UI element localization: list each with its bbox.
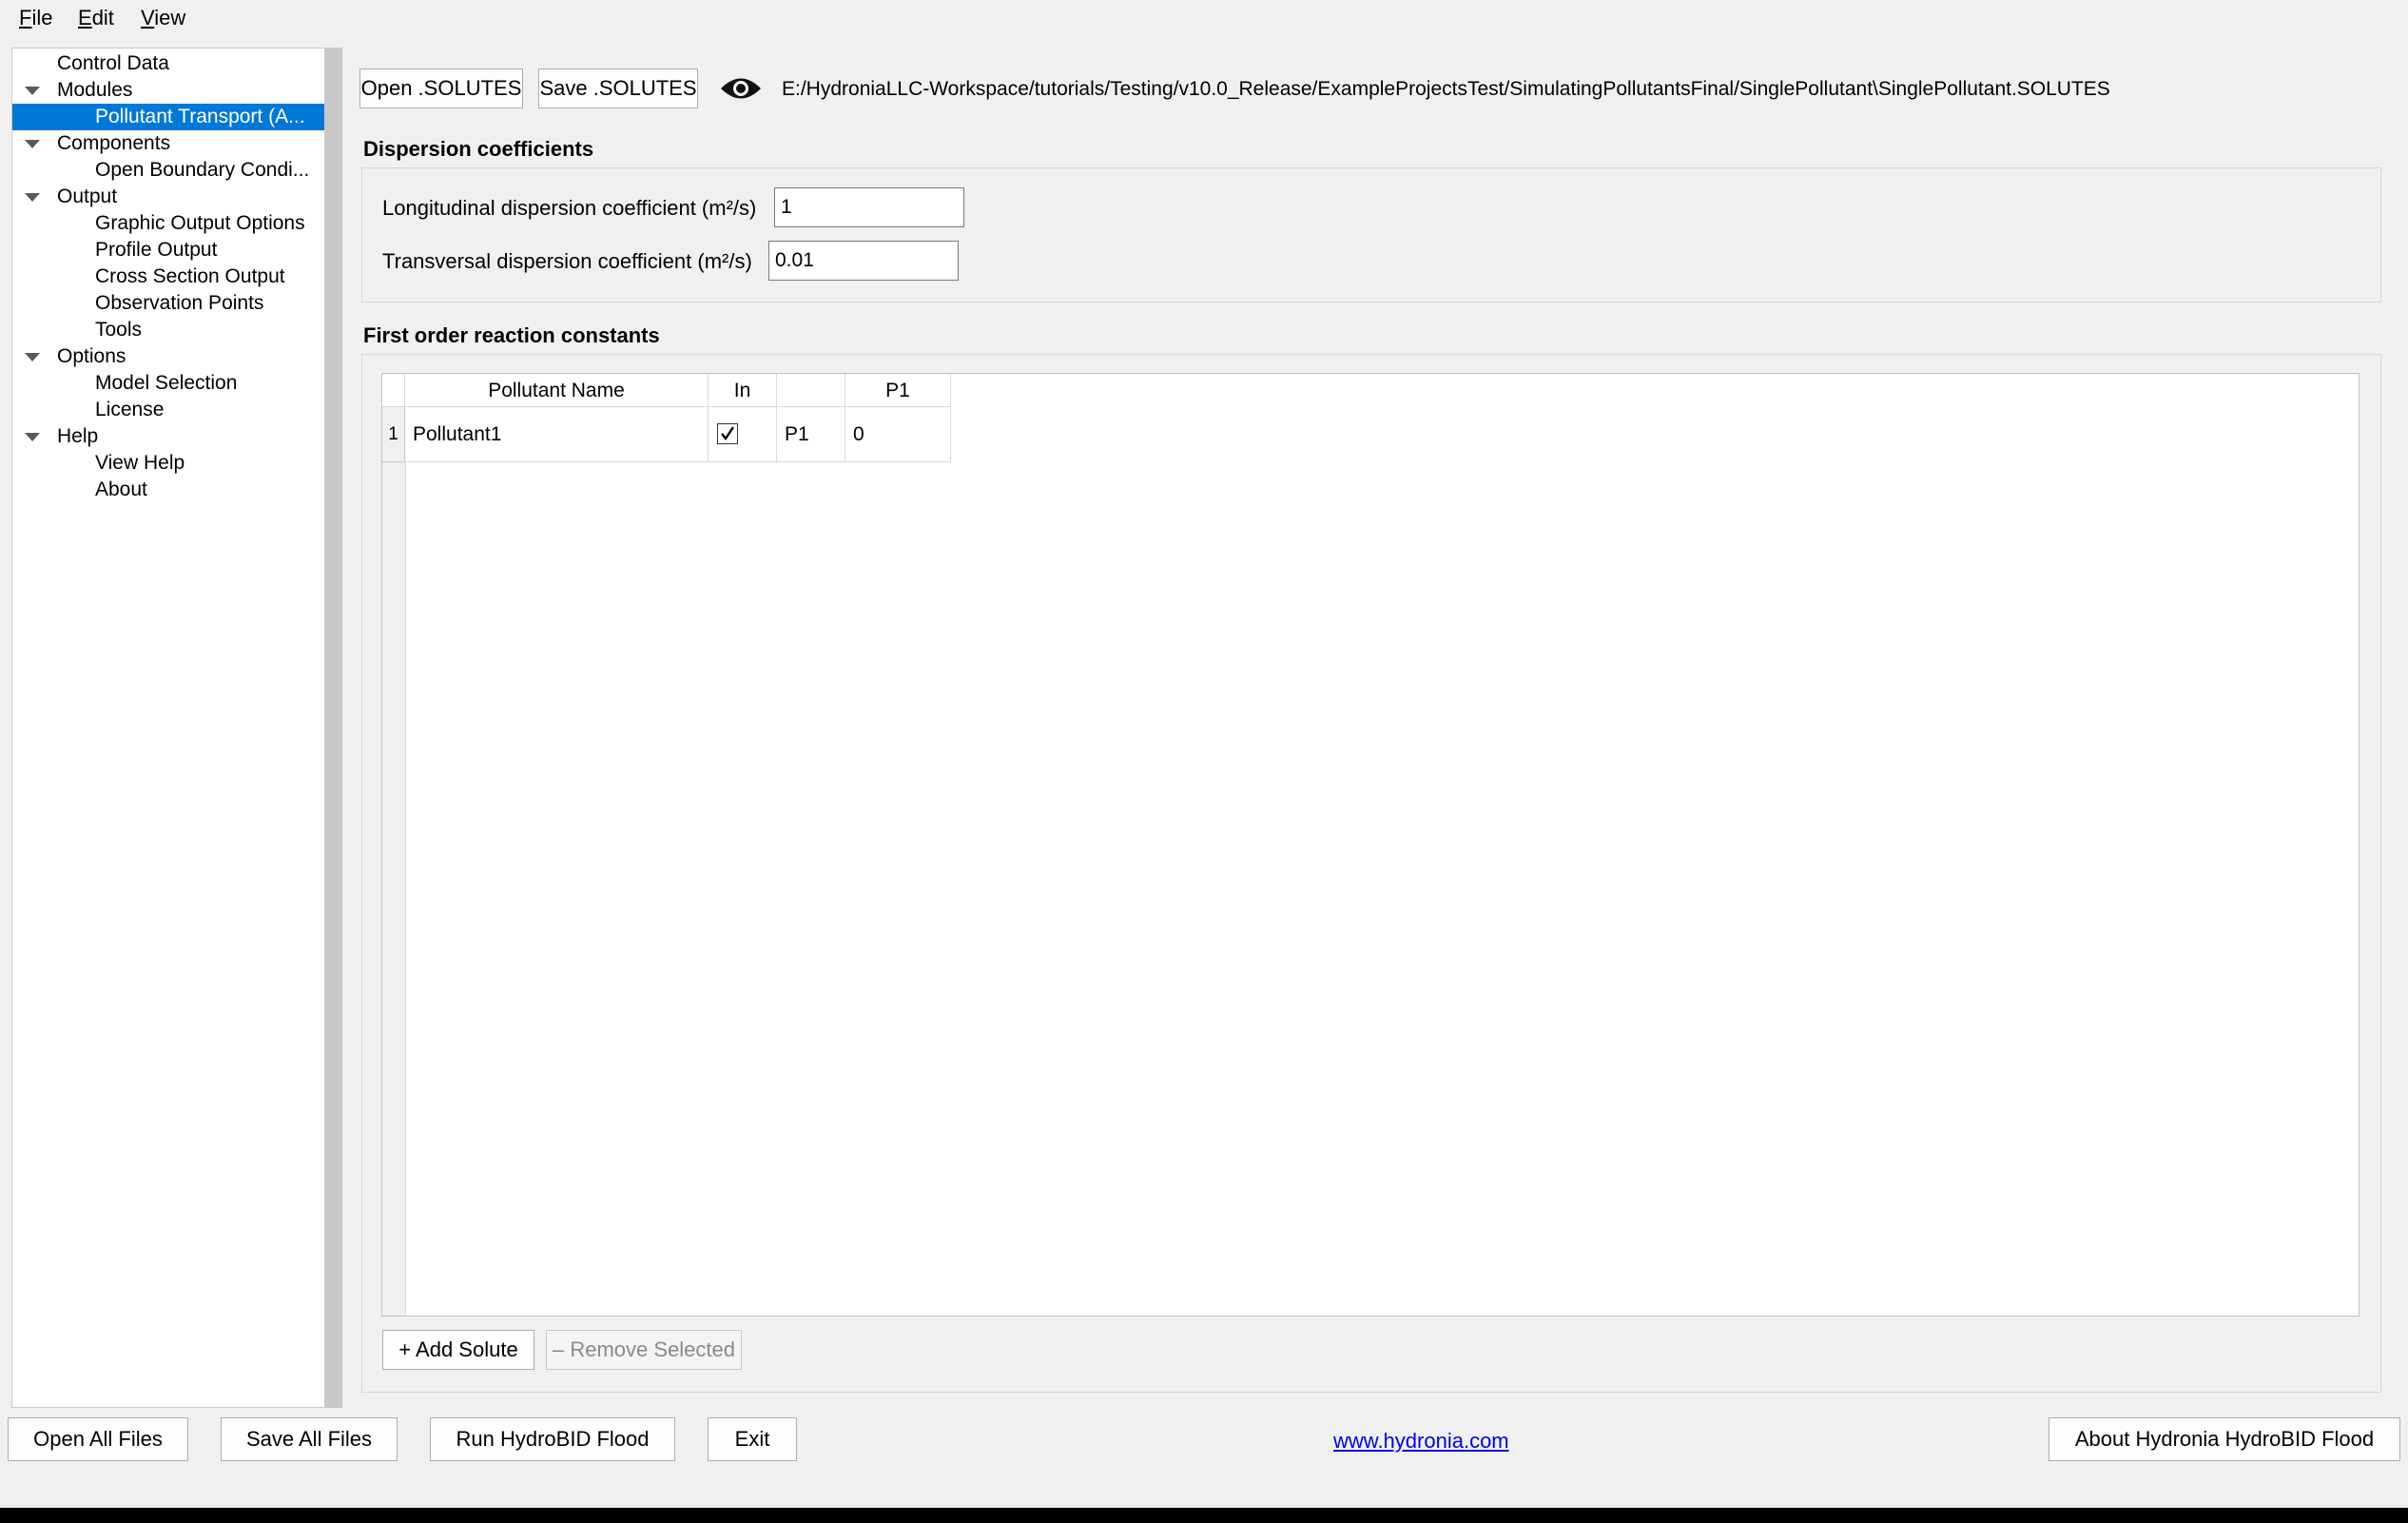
tree-item-label: Cross Section Output — [95, 265, 285, 287]
tree-item[interactable]: Model Selection — [12, 370, 324, 397]
open-solutes-button[interactable]: Open .SOLUTES — [359, 68, 523, 108]
tree-item-label: Help — [57, 425, 99, 447]
table-corner — [382, 374, 405, 407]
longitudinal-input[interactable] — [774, 187, 964, 227]
menu-file[interactable]: File — [17, 4, 54, 32]
tree-item[interactable]: Graphic Output Options — [12, 210, 324, 237]
in-checkbox[interactable] — [717, 423, 738, 444]
tree-item[interactable]: Output — [12, 184, 324, 210]
cell-in[interactable] — [709, 407, 777, 462]
tree-item[interactable]: Options — [12, 343, 324, 370]
tree-item-label: License — [95, 399, 165, 420]
column-header-tag[interactable] — [777, 374, 845, 407]
tree-item-label: About — [95, 478, 147, 500]
menu-view[interactable]: View — [139, 4, 187, 32]
save-all-files-button[interactable]: Save All Files — [221, 1417, 398, 1461]
tree-item[interactable]: Profile Output — [12, 237, 324, 264]
tree-item-label: Components — [57, 132, 171, 154]
hydronia-website-link[interactable]: www.hydronia.com — [1333, 1429, 1509, 1454]
column-header-p1[interactable]: P1 — [845, 374, 951, 407]
column-header-in[interactable]: In — [709, 374, 777, 407]
tree-item[interactable]: Open Boundary Condi... — [12, 157, 324, 184]
tree-item-label: Control Data — [57, 52, 169, 74]
cell-p1[interactable]: 0 — [845, 407, 951, 462]
navigation-tree[interactable]: Control Data Modules Pollutant Transport (… — [11, 48, 325, 1408]
file-path: E:/HydroniaLLC-Workspace/tutorials/Testi… — [782, 78, 2110, 100]
about-hydronia-button[interactable]: About Hydronia HydroBID Flood — [2049, 1417, 2400, 1461]
panel-splitter[interactable] — [325, 48, 342, 1408]
transversal-label: Transversal dispersion coefficient (m²/s… — [382, 249, 752, 273]
expand-arrow-icon[interactable] — [25, 353, 40, 361]
save-solutes-button[interactable]: Save .SOLUTES — [538, 68, 698, 108]
dispersion-section-title: Dispersion coefficients — [363, 137, 594, 161]
expand-arrow-icon[interactable] — [25, 433, 40, 441]
tree-item-label: Observation Points — [95, 292, 264, 314]
reactions-section-title: First order reaction constants — [363, 323, 660, 347]
tree-item-label: Profile Output — [95, 239, 218, 261]
column-header-pollutant-name[interactable]: Pollutant Name — [405, 374, 709, 407]
tree-item[interactable]: Cross Section Output — [12, 264, 324, 290]
tree-item-label: Output — [57, 185, 118, 207]
tree-item[interactable]: Help — [12, 423, 324, 450]
tree-item[interactable]: Observation Points — [12, 290, 324, 317]
eye-icon[interactable] — [719, 74, 763, 103]
tree-item-label: Options — [57, 345, 126, 367]
tree-item[interactable]: Control Data — [12, 50, 324, 77]
dispersion-groupbox — [361, 167, 2381, 303]
tree-item-label: Open Boundary Condi... — [95, 159, 310, 181]
taskbar-edge — [0, 1508, 2408, 1523]
tree-item-label: View Help — [95, 452, 185, 474]
pollutant-table[interactable]: Pollutant Name In P1 1 Pollutant1 P1 0 — [381, 373, 2359, 1317]
checkmark-icon — [721, 426, 734, 441]
transversal-input[interactable] — [768, 241, 959, 281]
tree-item[interactable]: License — [12, 397, 324, 423]
expand-arrow-icon[interactable] — [25, 140, 40, 148]
tree-item-label: Graphic Output Options — [95, 212, 305, 234]
table-rows: 1 Pollutant1 P1 0 — [382, 407, 953, 464]
remove-selected-button[interactable]: – Remove Selected — [546, 1330, 742, 1370]
tree-item-label: Pollutant Transport (A... — [95, 106, 305, 127]
row-header-strip — [382, 407, 406, 1316]
tree-item[interactable]: Components — [12, 130, 324, 157]
exit-button[interactable]: Exit — [708, 1417, 797, 1461]
run-hydrobid-flood-button[interactable]: Run HydroBID Flood — [430, 1417, 675, 1461]
add-solute-button[interactable]: + Add Solute — [382, 1330, 534, 1370]
expand-arrow-icon[interactable] — [25, 87, 40, 95]
tree-item[interactable]: Pollutant Transport (A... — [12, 104, 324, 130]
row-number[interactable]: 1 — [382, 407, 405, 462]
cell-pollutant-name[interactable]: Pollutant1 — [405, 407, 709, 462]
tree-item-label: Tools — [95, 319, 143, 341]
tree-item[interactable]: View Help — [12, 450, 324, 477]
tree-item-label: Model Selection — [95, 372, 238, 394]
longitudinal-label: Longitudinal dispersion coefficient (m²/… — [382, 196, 757, 220]
open-all-files-button[interactable]: Open All Files — [8, 1417, 188, 1461]
tree-item-label: Modules — [57, 79, 133, 101]
cell-tag[interactable]: P1 — [777, 407, 845, 462]
tree-item[interactable]: About — [12, 477, 324, 503]
menu-bar: File Edit View — [0, 0, 2408, 36]
tree-item[interactable]: Tools — [12, 317, 324, 343]
menu-edit[interactable]: Edit — [76, 4, 116, 32]
expand-arrow-icon[interactable] — [25, 193, 40, 202]
tree-item[interactable]: Modules — [12, 77, 324, 104]
